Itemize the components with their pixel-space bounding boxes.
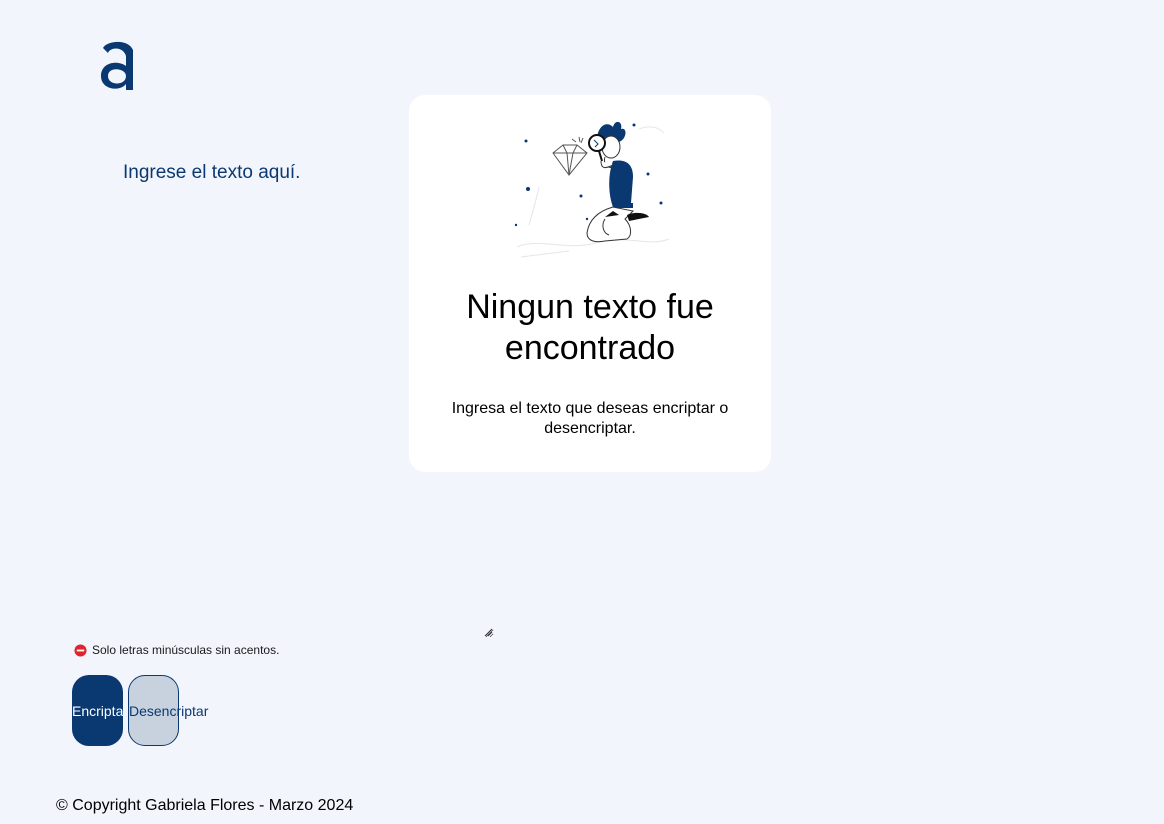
footer-copyright: © Copyright Gabriela Flores - Marzo 2024: [56, 797, 354, 814]
encrypt-button[interactable]: Encriptar: [72, 675, 123, 746]
resize-handle-icon[interactable]: [483, 627, 493, 637]
hint-text: Solo letras minúsculas sin acentos.: [92, 643, 280, 657]
input-hint: Solo letras minúsculas sin acentos.: [74, 643, 279, 657]
decrypt-button[interactable]: Desencriptar: [128, 675, 208, 746]
decrypt-button-label: Desencriptar: [129, 702, 209, 719]
alura-logo-icon: [101, 41, 133, 90]
no-text-title: Ningun texto fue encontrado: [466, 288, 714, 367]
output-card: Ningun texto fue encontrado Ingresa el t…: [409, 95, 771, 472]
no-text-description: Ingresa el texto que deseas encriptar o …: [451, 400, 729, 437]
person-with-magnifying-glass-illustration: [514, 121, 670, 258]
no-entry-icon: [74, 643, 87, 657]
encrypt-button-label: Encriptar: [72, 702, 123, 719]
